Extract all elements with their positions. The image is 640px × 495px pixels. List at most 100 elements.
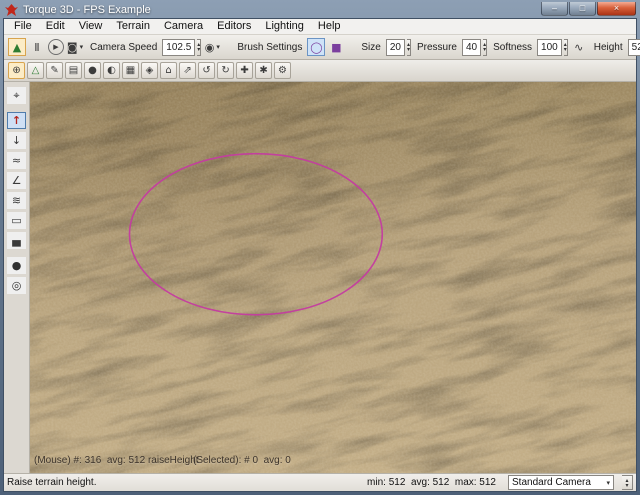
pressure-input[interactable]: 40 <box>462 39 481 56</box>
pressure-spinner[interactable]: ▴ ▾ <box>483 39 487 56</box>
gear-icon: ⚙ <box>278 65 287 76</box>
spin-down-icon: ▾ <box>407 47 410 52</box>
set-height-icon: ▄ <box>12 234 20 247</box>
menu-camera[interactable]: Camera <box>157 19 210 34</box>
app-window: Torque 3D - FPS Example – □ × File Edit … <box>0 0 640 495</box>
smooth-slope-button[interactable]: ∠ <box>7 172 26 189</box>
scatter-icon: ✱ <box>259 65 267 76</box>
zoom-tool-button[interactable]: ⊕ <box>8 62 25 79</box>
terrain-tool-palette: ⌖ ↑ ↓ ≈ ∠ ≋ ▭ ▄ ● ◎ <box>4 82 30 473</box>
minimize-button[interactable]: – <box>541 2 568 16</box>
smooth-slope-icon: ∠ <box>12 174 22 187</box>
pause-button[interactable]: Ⅱ <box>28 38 46 56</box>
falloff-curve-button[interactable]: ∿ <box>570 38 588 56</box>
settings-tool-button[interactable]: ⚙ <box>274 62 291 79</box>
menu-bar: File Edit View Terrain Camera Editors Li… <box>4 19 636 35</box>
shelter-tool-button[interactable]: ⌂ <box>160 62 177 79</box>
menu-edit[interactable]: Edit <box>39 19 72 34</box>
menu-editors[interactable]: Editors <box>210 19 258 34</box>
chevron-down-icon: ▾ <box>80 43 84 51</box>
paint-noise-button[interactable]: ≋ <box>7 192 26 209</box>
terrain-editor-icon: ▲ <box>13 41 21 54</box>
menu-file[interactable]: File <box>7 19 39 34</box>
menu-terrain[interactable]: Terrain <box>109 19 157 34</box>
box-brush-button[interactable]: ■ <box>327 38 345 56</box>
terrain-range-stats: min: 512 avg: 512 max: 512 <box>367 477 496 488</box>
spin-down-icon: ▾ <box>197 47 200 52</box>
spin-down-icon: ▾ <box>625 483 628 488</box>
zoom-icon: ⊕ <box>12 65 20 76</box>
smooth-button[interactable]: ≈ <box>7 152 26 169</box>
camera-menu-button[interactable]: ◙ ▾ <box>66 38 84 56</box>
camera-mode-spinner[interactable]: ▴ ▾ <box>622 475 633 490</box>
visibility-menu-button[interactable]: ◉ ▾ <box>203 38 221 56</box>
menu-help[interactable]: Help <box>311 19 348 34</box>
flatten-button[interactable]: ▭ <box>7 212 26 229</box>
window-title: Torque 3D - FPS Example <box>23 4 541 16</box>
cross-icon: ✚ <box>240 65 248 76</box>
brush-size-spinner[interactable]: ▴ ▾ <box>407 39 411 56</box>
grab-terrain-button[interactable]: ⌖ <box>7 87 26 104</box>
status-message: Raise terrain height. <box>7 477 359 488</box>
terrain-render <box>30 82 636 473</box>
rotate-ccw-icon: ↺ <box>202 65 210 76</box>
softness-input[interactable]: 100 <box>537 39 562 56</box>
menu-lighting[interactable]: Lighting <box>258 19 311 34</box>
camera-mode-value: Standard Camera <box>512 477 591 488</box>
grab-terrain-icon: ⌖ <box>13 89 19 103</box>
restore-terrain-button[interactable]: ◎ <box>7 277 26 294</box>
circle-brush-icon: ◯ <box>310 41 322 54</box>
dome-icon: ◐ <box>107 65 116 76</box>
box-brush-icon: ■ <box>331 41 341 54</box>
title-bar[interactable]: Torque 3D - FPS Example – □ × <box>0 0 640 18</box>
menu-view[interactable]: View <box>72 19 110 34</box>
maximize-button[interactable]: □ <box>569 2 596 16</box>
dome-brush-button[interactable]: ◐ <box>103 62 120 79</box>
terrain-viewport[interactable]: (Mouse) #: 316 avg: 512 raiseHeight (Sel… <box>30 82 636 473</box>
paint-tool-button[interactable]: ▤ <box>65 62 82 79</box>
sphere-icon: ● <box>88 65 97 76</box>
mouse-status-text: (Mouse) #: 316 avg: 512 raiseHeight <box>34 455 199 466</box>
softness-spinner[interactable]: ▴ ▾ <box>564 39 568 56</box>
stamp-tool-button[interactable]: ◈ <box>141 62 158 79</box>
cross-tool-button[interactable]: ✚ <box>236 62 253 79</box>
flatten-icon: ▭ <box>11 214 21 227</box>
spin-down-icon: ▾ <box>564 47 567 52</box>
size-label: Size <box>361 42 380 53</box>
restore-terrain-icon: ◎ <box>12 279 22 292</box>
terrain-editor-button[interactable]: ▲ <box>8 38 26 56</box>
camera-speed-input[interactable]: 102.5 <box>162 39 195 56</box>
lower-height-button[interactable]: ↓ <box>7 132 26 149</box>
pencil-tool-button[interactable]: ✎ <box>46 62 63 79</box>
camera-mode-dropdown[interactable]: Standard Camera ▾ <box>508 475 614 490</box>
softness-label: Softness <box>493 42 532 53</box>
set-height-button[interactable]: ▄ <box>7 232 26 249</box>
spin-down-icon: ▾ <box>483 47 486 52</box>
eye-icon: ◉ <box>205 41 215 54</box>
rotate-cw-icon: ↻ <box>221 65 229 76</box>
pause-icon: Ⅱ <box>34 41 39 54</box>
close-button[interactable]: × <box>597 2 636 16</box>
lower-height-icon: ↓ <box>12 134 21 147</box>
play-icon: ▶ <box>53 43 58 51</box>
chevron-down-icon: ▾ <box>216 43 220 51</box>
play-button[interactable]: ▶ <box>48 39 64 55</box>
paint-icon: ▤ <box>69 65 78 76</box>
raise-height-button[interactable]: ↑ <box>7 112 26 129</box>
sphere-brush-button[interactable]: ● <box>84 62 101 79</box>
brush-size-input[interactable]: 20 <box>386 39 405 56</box>
clear-terrain-icon: ● <box>12 259 22 272</box>
raise-height-icon: ↑ <box>12 114 21 127</box>
editor-body: ⌖ ↑ ↓ ≈ ∠ ≋ ▭ ▄ ● ◎ <box>4 82 636 473</box>
height-input[interactable]: 520 <box>628 39 640 56</box>
clear-terrain-button[interactable]: ● <box>7 257 26 274</box>
rotate-cw-button[interactable]: ↻ <box>217 62 234 79</box>
circle-brush-button[interactable]: ◯ <box>307 38 325 56</box>
ramp-tool-button[interactable]: ⇗ <box>179 62 196 79</box>
rotate-ccw-button[interactable]: ↺ <box>198 62 215 79</box>
camera-speed-spinner[interactable]: ▴ ▾ <box>197 39 201 56</box>
stamp-icon: ◈ <box>146 65 154 76</box>
wireframe-tool-button[interactable]: △ <box>27 62 44 79</box>
scatter-tool-button[interactable]: ✱ <box>255 62 272 79</box>
grid-tool-button[interactable]: ▦ <box>122 62 139 79</box>
